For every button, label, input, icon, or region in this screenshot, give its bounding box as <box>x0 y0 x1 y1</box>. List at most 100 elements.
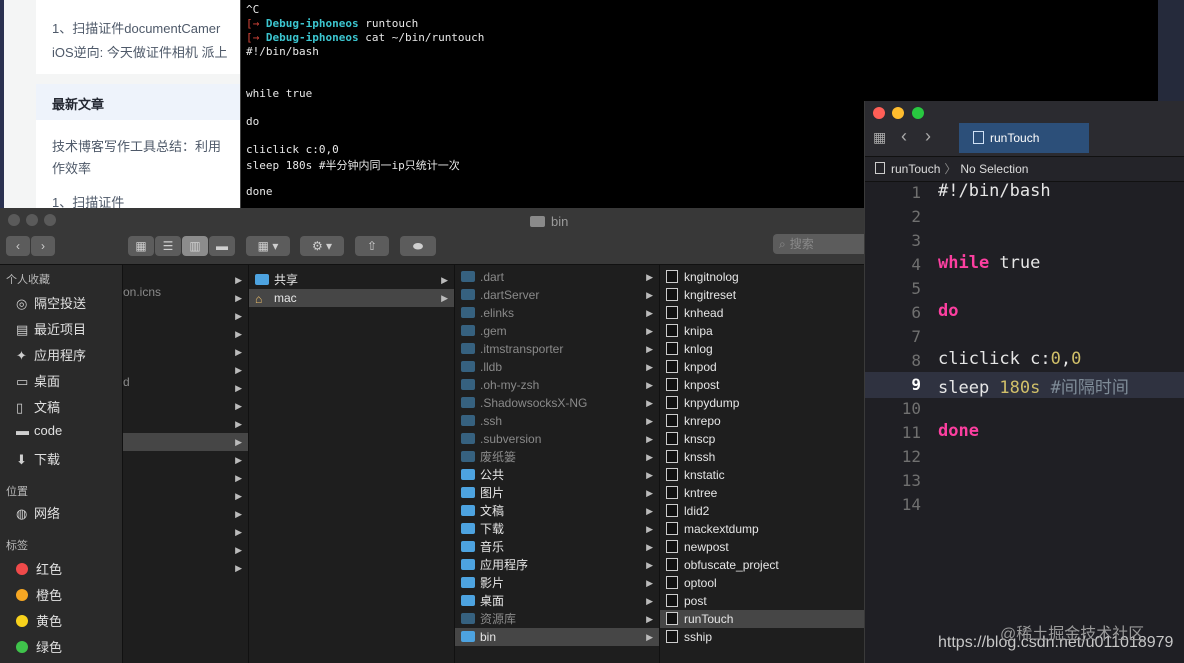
list-item[interactable]: 共享 ▶ <box>249 271 454 289</box>
tags-button[interactable]: ⬬ <box>400 236 436 256</box>
share-button[interactable]: ⇧ <box>355 236 389 256</box>
list-item[interactable]: knpydump <box>660 394 870 412</box>
list-view-button[interactable]: ☰ <box>155 236 181 256</box>
back-button[interactable]: ‹ <box>6 236 30 256</box>
minimize-button[interactable] <box>26 214 38 226</box>
list-item[interactable] <box>123 577 248 595</box>
list-item[interactable]: ▶ <box>123 487 248 505</box>
list-item[interactable]: mackextdump <box>660 520 870 538</box>
list-item[interactable]: .subversion ▶ <box>455 430 659 448</box>
list-item[interactable]: ▶ <box>123 361 248 379</box>
list-item[interactable]: kntree <box>660 484 870 502</box>
list-item[interactable]: kngitreset <box>660 286 870 304</box>
action-button[interactable]: ⚙ ▾ <box>300 236 344 256</box>
list-item[interactable]: knscp <box>660 430 870 448</box>
list-item[interactable]: ▶ <box>123 541 248 559</box>
jump-bar[interactable]: runTouch 〉 No Selection <box>865 156 1184 182</box>
list-item[interactable]: runTouch <box>660 610 870 628</box>
list-item[interactable]: knipa <box>660 322 870 340</box>
article-line[interactable]: 1、扫描证件documentCamer <box>52 18 220 37</box>
list-item[interactable]: ▶ <box>123 307 248 325</box>
list-item[interactable]: .itmstransporter ▶ <box>455 340 659 358</box>
sidebar-tag[interactable]: 橙色 <box>16 585 62 604</box>
breadcrumb-selection[interactable]: No Selection <box>960 162 1028 176</box>
list-item[interactable]: .dart ▶ <box>455 268 659 286</box>
list-item[interactable]: 影片 ▶ <box>455 574 659 592</box>
column-1[interactable]: ▶ ▶ ▶ ▶ ▶ ▶ ▶ ▶ ▶ ▶ ▶ ▶ ▶ ▶ ▶ ▶ ▶ on.icns d <box>123 265 249 663</box>
list-item[interactable]: knlog <box>660 340 870 358</box>
list-item[interactable]: optool <box>660 574 870 592</box>
group-button[interactable]: ▦ ▾ <box>246 236 290 256</box>
sidebar-item-airdrop[interactable]: ◎ 隔空投送 <box>16 293 86 312</box>
chevron-left-icon[interactable]: ‹ <box>901 126 907 147</box>
related-items-icon[interactable]: ▦ <box>873 129 886 146</box>
list-item[interactable]: .dartServer ▶ <box>455 286 659 304</box>
list-item[interactable]: ldid2 <box>660 502 870 520</box>
breadcrumb-file[interactable]: runTouch <box>891 162 940 176</box>
list-item[interactable]: ▶ <box>123 343 248 361</box>
list-item[interactable]: 应用程序 ▶ <box>455 556 659 574</box>
list-item[interactable]: 废纸篓 ▶ <box>455 448 659 466</box>
list-item[interactable]: ▶ <box>123 415 248 433</box>
list-item[interactable]: knpost <box>660 376 870 394</box>
list-item[interactable]: knpod <box>660 358 870 376</box>
sidebar-tag[interactable]: 绿色 <box>16 637 62 656</box>
list-item[interactable]: .oh-my-zsh ▶ <box>455 376 659 394</box>
list-item[interactable]: kngitnolog <box>660 268 870 286</box>
article-line[interactable]: iOS逆向: 今天做证件相机 派上 <box>52 42 228 61</box>
zoom-button[interactable] <box>912 107 924 119</box>
search-field[interactable]: ⌕ 搜索 <box>773 234 868 254</box>
list-item[interactable]: .ssh ▶ <box>455 412 659 430</box>
sidebar-item-network[interactable]: ◍ 网络 <box>16 503 60 522</box>
sidebar-tag[interactable]: 黄色 <box>16 611 62 630</box>
zoom-button[interactable] <box>44 214 56 226</box>
chevron-right-icon[interactable]: › <box>925 126 931 147</box>
list-item[interactable]: ▶ <box>123 505 248 523</box>
sidebar-item-folder[interactable]: ▬ code <box>16 423 62 438</box>
list-item[interactable]: .lldb ▶ <box>455 358 659 376</box>
column-2[interactable]: 共享 ▶ ⌂ mac ▶ <box>249 265 455 663</box>
list-item[interactable]: knstatic <box>660 466 870 484</box>
list-item[interactable]: 下载 ▶ <box>455 520 659 538</box>
list-item[interactable]: knrepo <box>660 412 870 430</box>
list-item[interactable]: ⌂ mac ▶ <box>249 289 454 307</box>
sidebar-item-documents[interactable]: ▯ 文稿 <box>16 397 60 416</box>
close-button[interactable] <box>873 107 885 119</box>
recent-article-link[interactable]: 技术博客写作工具总结：利用 <box>52 136 221 155</box>
list-item[interactable]: knhead <box>660 304 870 322</box>
column-4[interactable]: kngitnolog kngitreset knhead knipa knlog knpo… <box>660 265 870 663</box>
list-item[interactable]: post <box>660 592 870 610</box>
xcode-window[interactable]: ▦ ‹ › runTouch runTouch 〉 No Selection 123… <box>864 101 1184 663</box>
list-item[interactable]: 桌面 ▶ <box>455 592 659 610</box>
list-item[interactable]: ▶ <box>123 433 248 451</box>
list-item[interactable]: ▶ <box>123 325 248 343</box>
minimize-button[interactable] <box>892 107 904 119</box>
list-item[interactable]: ▶ <box>123 523 248 541</box>
list-item[interactable]: ▶ <box>123 397 248 415</box>
list-item[interactable]: newpost <box>660 538 870 556</box>
gallery-view-button[interactable]: ▬ <box>209 236 235 256</box>
list-item[interactable]: ▶ <box>123 469 248 487</box>
sidebar-tag[interactable]: 红色 <box>16 559 62 578</box>
list-item[interactable]: 图片 ▶ <box>455 484 659 502</box>
finder-window[interactable]: bin ‹ › ▦ ☰ ▥ ▬ ▦ ▾ ⚙ ▾ ⇧ ⬬ ⌕ 搜索 个人收藏 ◎ 隔空… <box>0 208 870 663</box>
list-item[interactable]: knssh <box>660 448 870 466</box>
list-item[interactable]: 音乐 ▶ <box>455 538 659 556</box>
column-view-button[interactable]: ▥ <box>182 236 208 256</box>
sidebar-item-recents[interactable]: ▤ 最近项目 <box>16 319 86 338</box>
list-item[interactable]: .gem ▶ <box>455 322 659 340</box>
list-item[interactable]: 文稿 ▶ <box>455 502 659 520</box>
column-3[interactable]: .dart ▶ .dartServer ▶ .elinks ▶ .gem ▶ .itmstran… <box>455 265 660 663</box>
sidebar-item-desktop[interactable]: ▭ 桌面 <box>16 371 60 390</box>
list-item[interactable]: .elinks ▶ <box>455 304 659 322</box>
list-item[interactable]: ▶ <box>123 559 248 577</box>
list-item[interactable]: ▶ <box>123 451 248 469</box>
close-button[interactable] <box>8 214 20 226</box>
list-item[interactable]: sship <box>660 628 870 646</box>
list-item[interactable]: bin ▶ <box>455 628 659 646</box>
list-item[interactable]: ▶ <box>123 379 248 397</box>
list-item[interactable]: .ShadowsocksX-NG ▶ <box>455 394 659 412</box>
sidebar-item-downloads[interactable]: ⬇ 下载 <box>16 449 60 468</box>
icon-view-button[interactable]: ▦ <box>128 236 154 256</box>
list-item[interactable]: obfuscate_project <box>660 556 870 574</box>
